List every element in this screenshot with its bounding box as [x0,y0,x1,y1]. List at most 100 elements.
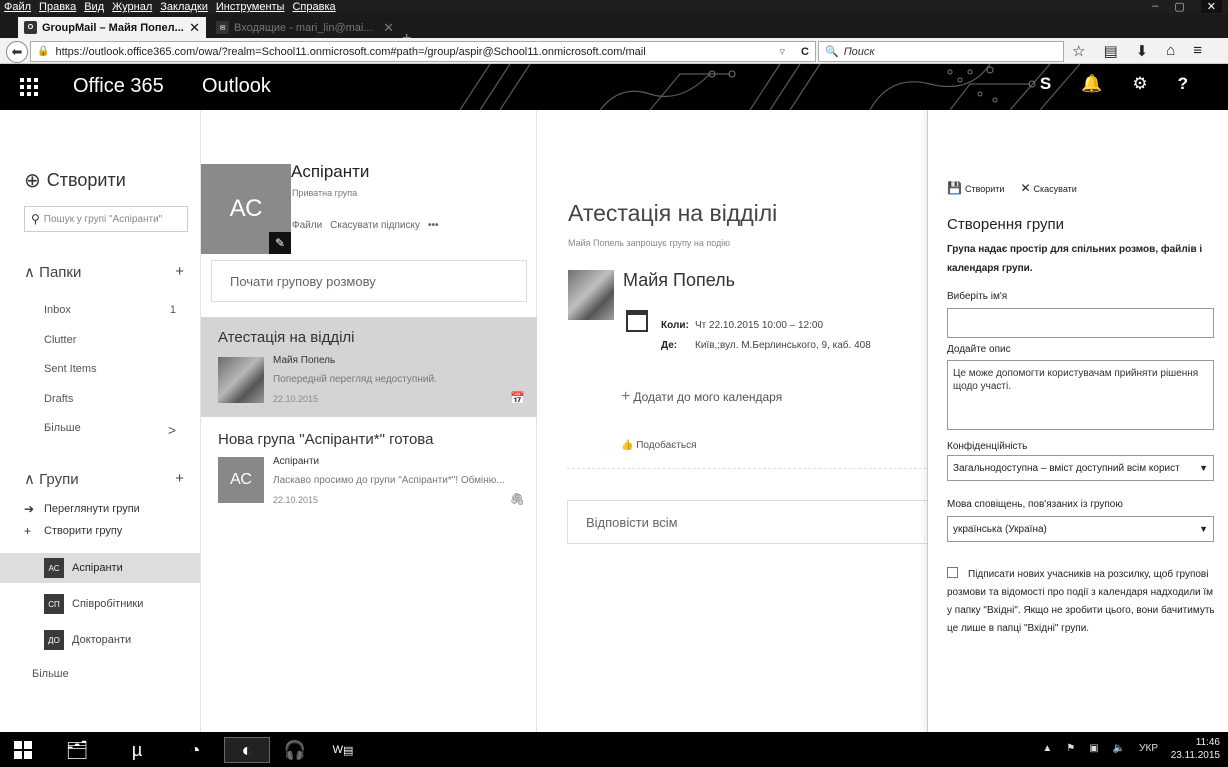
flag-icon[interactable]: ⚑ [1066,743,1075,754]
description-label: Додайте опис [947,344,1011,355]
tab-label: GroupMail – Майя Попел... [42,21,184,34]
browse-groups-link[interactable]: ➔ Переглянути групи [24,502,140,516]
privacy-select[interactable]: Загальнодоступна – вміст доступний всім … [947,455,1214,481]
message-item[interactable]: Нова група "Аспіранти*" готова АС Аспіра… [201,420,537,515]
add-group-icon[interactable]: + [175,470,184,488]
reload-icon[interactable]: C [801,46,809,58]
add-to-calendar-button[interactable]: + Додати до мого календаря [621,388,782,406]
menu-help[interactable]: Справка [292,1,335,13]
maximize-icon[interactable]: ▢ [1174,0,1184,13]
browser-search-input[interactable]: 🔍 Поиск [818,41,1064,62]
headphones-icon[interactable]: 🎧 [280,737,310,763]
system-tray: ▲ ⚑ ▣ 🔈 УКР [1042,743,1158,754]
bookmark-star-icon[interactable]: ☆ [1072,42,1085,60]
plus-icon: + [621,388,631,405]
group-search-input[interactable]: ⚲ Пошук у групі "Аспіранти" [24,206,188,232]
calendar-icon: 📅 [510,391,525,405]
dropdown-icon[interactable]: ▿ [779,45,785,58]
o365-brand[interactable]: Office 365 [73,75,164,98]
language-select[interactable]: українська (Україна) ▼ [947,516,1214,542]
menu-history[interactable]: Журнал [112,1,152,13]
groups-more-link[interactable]: Більше [32,668,164,680]
app-name[interactable]: Outlook [202,75,271,98]
panel-title: Створення групи [947,216,1065,233]
group-avatar-large: АС ✎ [201,164,291,254]
tab-groupmail[interactable]: O GroupMail – Майя Попел... ✕ [18,17,206,38]
chevron-right-icon: > [167,422,176,438]
save-button[interactable]: 💾 Створити [947,181,1004,195]
folder-drafts[interactable]: Drafts [44,393,176,405]
start-conversation-input[interactable]: Почати групову розмову [211,260,527,302]
back-arrow-icon[interactable]: ⬅ [6,41,28,63]
message-item[interactable]: Атестація на відділі Майя Попель Поперед… [201,317,537,417]
address-bar[interactable]: 🔒 https://outlook.office365.com/owa/?rea… [30,41,816,62]
menu-file[interactable]: Файл [4,1,31,13]
pencil-icon[interactable]: ✎ [269,232,291,254]
folder-inbox[interactable]: Inbox 1 [44,304,176,316]
sender-name[interactable]: Майя Попель [623,270,735,291]
file-explorer-icon[interactable]: 🗂 [62,737,92,763]
tab-inbox[interactable]: ✉ Входящие - mari_lin@mai... ✕ [210,17,400,38]
app-launcher-icon[interactable] [20,78,38,96]
windows-start-icon[interactable] [14,741,32,759]
opera-icon[interactable]: ◔ [180,737,210,763]
outlook-icon: O [24,21,37,34]
folder-more[interactable]: Більше > [44,422,176,438]
network-icon[interactable]: ▣ [1089,743,1098,754]
subscribe-checkbox[interactable] [947,567,958,578]
plus-circle-icon: ⊕ [24,170,41,192]
create-group-panel: 💾 Створити ✕ Скасувати Створення групи Гру… [927,110,1228,732]
hamburger-menu-icon[interactable]: ≡ [1193,42,1202,60]
help-icon[interactable]: ? [1178,74,1188,94]
window-controls: – ▢ ✕ [1152,0,1222,13]
skype-icon[interactable]: S [1040,74,1051,94]
folder-sent-items[interactable]: Sent Items [44,363,176,375]
unsubscribe-link[interactable]: Скасувати підписку [330,220,420,231]
close-tab-icon[interactable]: ✕ [383,20,394,36]
o365-header: Office 365 Outlook S 🔔 ⚙ ? [0,64,1228,110]
folders-title: ∧ Папки [24,264,82,281]
group-description-field[interactable]: Це може допомогти користувачам прийняти … [947,360,1214,430]
message-sender: Майя Попель [273,355,336,366]
group-links: Файли Скасувати підписку ••• [292,220,439,231]
message-preview: Ласкаво просимо до групи "Аспіранти*"! О… [273,475,505,486]
word-icon[interactable]: W ▤ [328,737,358,763]
more-options-icon[interactable]: ••• [428,220,439,231]
download-icon[interactable]: ⬇ [1136,42,1149,60]
create-label: Створити [46,170,126,190]
menu-bookmarks[interactable]: Закладки [160,1,208,13]
clock-time: 11:46 [1195,737,1220,748]
close-window-icon[interactable]: ✕ [1200,0,1222,13]
add-folder-icon[interactable]: + [175,263,184,281]
close-tab-icon[interactable]: ✕ [189,20,200,36]
menu-edit[interactable]: Правка [39,1,76,13]
minimize-icon[interactable]: – [1152,0,1158,13]
folder-clutter[interactable]: Clutter [44,334,176,346]
like-button[interactable]: 👍 Подобається [621,440,697,451]
cancel-button[interactable]: ✕ Скасувати [1020,181,1076,195]
menu-tools[interactable]: Инструменты [216,1,285,13]
files-link[interactable]: Файли [292,220,322,231]
gear-icon[interactable]: ⚙ [1132,74,1147,94]
groups-header[interactable]: ∧ Групи + [24,470,184,488]
home-icon[interactable]: ⌂ [1166,42,1175,60]
group-item-doktoranty[interactable]: ДО Докторанти [0,625,200,655]
firefox-icon[interactable]: ◐ [224,737,270,763]
group-item-spivrobitnyky[interactable]: СП Співробітники [0,589,200,619]
clock[interactable]: 11:46 23.11.2015 [1171,736,1220,762]
reply-all-input[interactable]: Відповісти всім [567,500,937,544]
language-indicator[interactable]: УКР [1139,743,1158,754]
folders-header[interactable]: ∧ Папки + [24,263,184,281]
clipboard-icon[interactable]: ▤ [1103,42,1117,60]
group-name-field[interactable] [947,308,1214,338]
utorrent-icon[interactable]: µ [122,737,152,763]
message-list-column: АС ✎ Аспіранти Приватна група Файли Скас… [200,110,537,732]
tray-up-arrow-icon[interactable]: ▲ [1042,743,1052,754]
create-group-link[interactable]: + Створити групу [24,524,122,538]
left-navigation: ⊕ Створити ⚲ Пошук у групі "Аспіранти" ∧… [0,110,200,732]
volume-icon[interactable]: 🔈 [1113,743,1125,754]
bell-icon[interactable]: 🔔 [1081,74,1102,94]
group-item-aspiranty[interactable]: АС Аспіранти [0,553,200,583]
menu-view[interactable]: Вид [84,1,104,13]
create-button[interactable]: ⊕ Створити [24,168,126,193]
